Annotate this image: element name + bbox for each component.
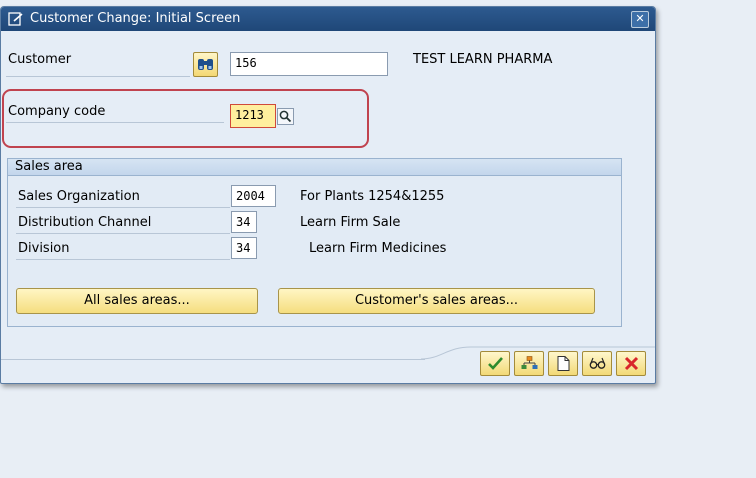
display-button[interactable] xyxy=(582,351,612,376)
sales-area-title: Sales area xyxy=(15,159,83,174)
cancel-icon xyxy=(624,356,639,371)
customers-sales-areas-button[interactable]: Customer's sales areas... xyxy=(278,288,595,314)
customer-search-button[interactable] xyxy=(193,52,218,77)
new-document-icon xyxy=(557,356,570,371)
dialog-titlebar: Customer Change: Initial Screen ✕ xyxy=(1,7,655,31)
all-sales-areas-button[interactable]: All sales areas... xyxy=(16,288,258,314)
change-document-icon xyxy=(8,12,23,26)
glasses-display-icon xyxy=(589,357,606,369)
footer-divider xyxy=(1,359,425,360)
sales-organization-underline xyxy=(16,207,230,208)
close-icon[interactable]: ✕ xyxy=(631,11,649,28)
dialog-title: Customer Change: Initial Screen xyxy=(30,11,241,26)
new-document-button[interactable] xyxy=(548,351,578,376)
company-code-label: Company code xyxy=(8,104,106,119)
customer-input[interactable]: 156 xyxy=(230,52,388,76)
binoculars-icon xyxy=(198,59,213,70)
division-label: Division xyxy=(18,241,70,256)
hierarchy-button[interactable] xyxy=(514,351,544,376)
hierarchy-icon xyxy=(521,356,538,369)
customer-label: Customer xyxy=(8,52,72,67)
sales-area-group: Sales area Sales Organization 2004 For P… xyxy=(7,158,622,327)
division-input[interactable]: 34 xyxy=(231,237,257,259)
checkmark-icon xyxy=(488,357,503,370)
division-description: Learn Firm Medicines xyxy=(309,241,447,256)
continue-button[interactable] xyxy=(480,351,510,376)
sales-area-header: Sales area xyxy=(8,159,621,176)
magnifier-icon xyxy=(279,110,292,123)
sales-organization-input[interactable]: 2004 xyxy=(231,185,276,207)
distribution-channel-input[interactable]: 34 xyxy=(231,211,257,233)
division-underline xyxy=(16,259,230,260)
sales-organization-label: Sales Organization xyxy=(18,189,140,204)
company-code-input[interactable]: 1213 xyxy=(230,104,276,128)
distribution-channel-underline xyxy=(16,233,230,234)
customer-label-underline xyxy=(6,76,190,77)
distribution-channel-description: Learn Firm Sale xyxy=(300,215,401,230)
customer-description: TEST LEARN PHARMA xyxy=(413,52,553,67)
sales-organization-description: For Plants 1254&1255 xyxy=(300,189,445,204)
customer-change-dialog: Customer Change: Initial Screen ✕ Custom… xyxy=(0,6,656,384)
company-code-value-help-button[interactable] xyxy=(277,108,294,125)
cancel-button[interactable] xyxy=(616,351,646,376)
company-code-label-underline xyxy=(6,122,224,123)
distribution-channel-label: Distribution Channel xyxy=(18,215,152,230)
